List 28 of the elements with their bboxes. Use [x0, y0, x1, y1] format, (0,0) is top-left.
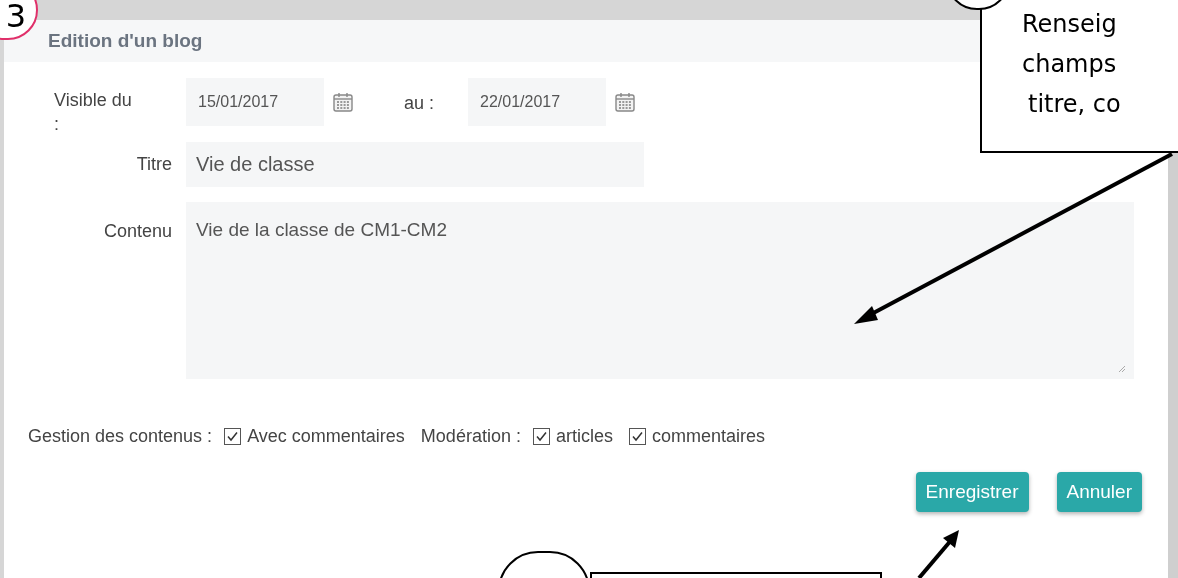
option-label: Modération : [420, 425, 521, 448]
callout-text: champs [1022, 49, 1118, 80]
field-label: Titre [135, 153, 173, 176]
step-badge: 3 [0, 0, 38, 40]
check-icon [630, 430, 644, 443]
calendar-icon[interactable] [614, 91, 637, 113]
callout-text: titre, co [1027, 89, 1122, 120]
checkbox-option[interactable]: Avec commentaires [224, 423, 405, 450]
date-field[interactable]: 22/01/2017 [468, 78, 607, 126]
checkbox[interactable] [628, 428, 646, 445]
field-label: au : [404, 92, 435, 115]
content-textarea[interactable]: Vie de la classe de CM1-CM2 [186, 202, 1134, 379]
callout-text: Renseig [1022, 9, 1118, 40]
checkbox[interactable] [532, 428, 550, 445]
title-field[interactable]: Vie de classe [186, 142, 644, 187]
checkbox[interactable] [224, 428, 242, 445]
resize-grip-icon[interactable] [1116, 363, 1126, 373]
dialog-title: Edition d'un blog [48, 28, 203, 53]
option-label: Gestion des contenus : [28, 425, 213, 448]
calendar-icon[interactable] [332, 91, 354, 113]
checkbox-option[interactable]: articles [532, 423, 613, 450]
check-icon [226, 430, 240, 443]
field-label: Contenu [102, 220, 173, 243]
checkbox-option[interactable]: commentaires [628, 423, 765, 450]
check-icon [534, 430, 548, 443]
date-field[interactable]: 15/01/2017 [186, 78, 324, 126]
textarea-value: Vie de la classe de CM1-CM2 [196, 218, 447, 242]
field-label: Visible du : [54, 89, 133, 136]
